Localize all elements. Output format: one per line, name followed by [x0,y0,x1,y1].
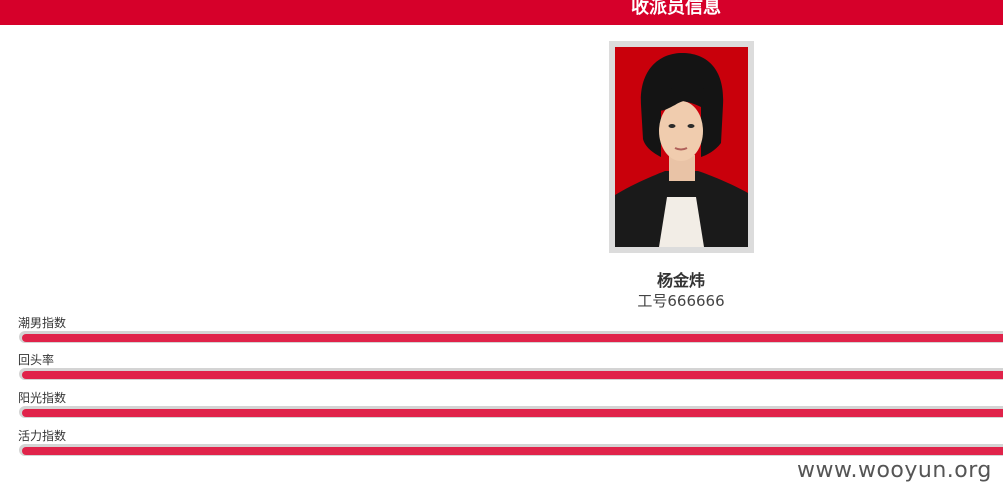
courier-name: 杨金炜 [656,271,705,290]
portrait-photo [615,47,748,247]
progress-fill [22,371,1003,379]
progress-track [19,444,1003,456]
progress-fill [22,447,1003,455]
progress-fill [22,409,1003,417]
progress-track [19,368,1003,380]
metric-label: 回头率 [18,353,55,367]
progress-track [19,406,1003,418]
watermark: www.wooyun.org [797,458,992,483]
metric-sunshine-index: 阳光指数 [18,391,1003,418]
metric-vitality-index: 活力指数 [18,429,1003,456]
avatar-frame [609,41,754,253]
metric-trendy-index: 潮男指数 [18,316,1003,343]
avatar [615,47,748,247]
progress-fill [22,334,1003,342]
progress-track [19,331,1003,343]
header-bar: 收派员信息 [0,0,1003,25]
metric-label: 潮男指数 [18,316,67,330]
page-title: 收派员信息 [631,0,721,18]
metric-label: 活力指数 [18,429,67,443]
courier-info-page: 收派员信息 杨金炜 工号666666 潮男指数 回头率 阳光指数 活力指数 ww… [0,0,1003,502]
staff-id: 工号666666 [637,292,725,310]
metric-label: 阳光指数 [18,391,67,405]
metric-return-rate: 回头率 [18,353,1003,380]
